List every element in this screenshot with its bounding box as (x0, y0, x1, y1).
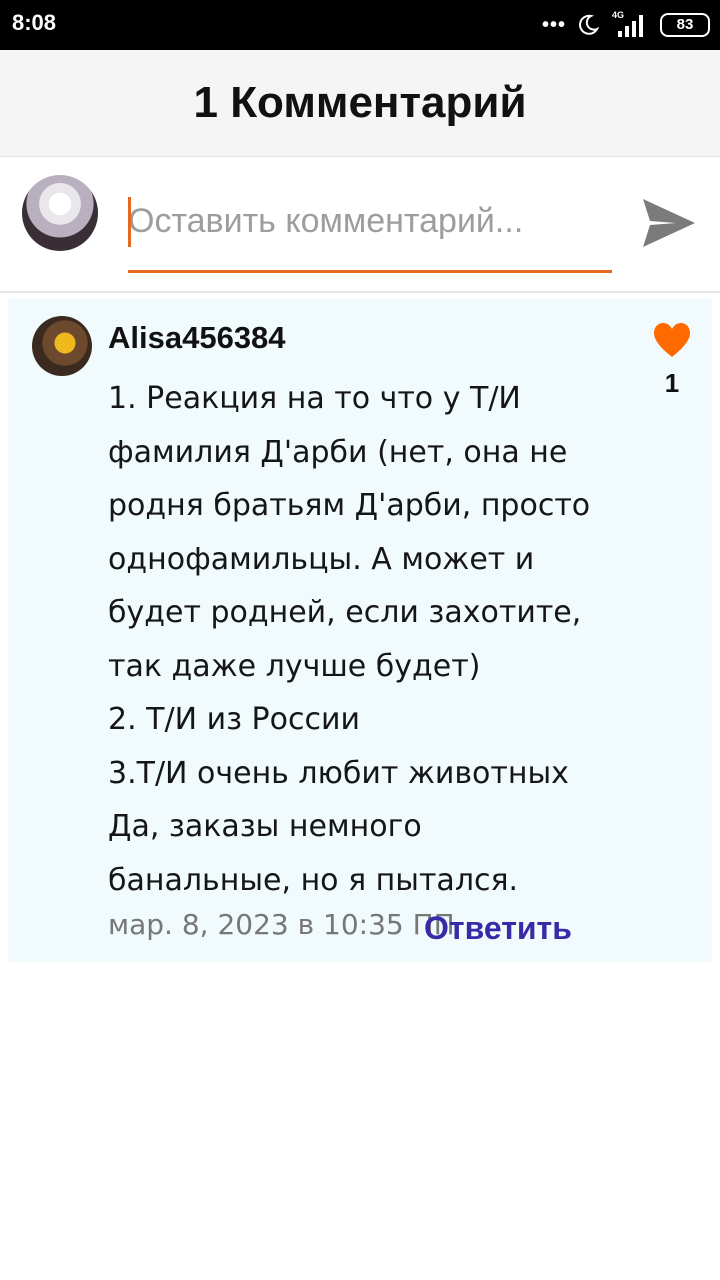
avatar[interactable] (32, 316, 92, 376)
compose-bar (0, 157, 720, 293)
moon-icon (576, 13, 600, 37)
battery-icon: 83 (660, 13, 710, 37)
comment-input[interactable] (128, 189, 612, 273)
page-title: 1 Комментарий (0, 50, 720, 156)
signal-icon: 4G (610, 11, 650, 39)
comment-author[interactable]: Alisa456384 (108, 320, 286, 356)
text-caret (128, 197, 131, 247)
like-count: 1 (648, 368, 696, 399)
header: 1 Комментарий (0, 50, 720, 157)
comment-timestamp: мар. 8, 2023 в 10:35 ПП (108, 908, 455, 941)
status-bar: 8:08 ••• 4G 83 (0, 0, 720, 50)
status-time: 8:08 (12, 10, 56, 36)
status-icons: ••• 4G 83 (542, 8, 710, 42)
more-dots-icon: ••• (542, 14, 566, 37)
heart-icon[interactable] (652, 322, 692, 358)
my-avatar[interactable] (22, 175, 98, 251)
comment-card: Alisa456384 1. Реакция на то что у Т/И ф… (8, 298, 712, 962)
reply-button[interactable]: Ответить (424, 910, 572, 947)
comment-text: 1. Реакция на то что у Т/И фамилия Д'арб… (108, 372, 628, 907)
send-icon[interactable] (640, 195, 698, 251)
